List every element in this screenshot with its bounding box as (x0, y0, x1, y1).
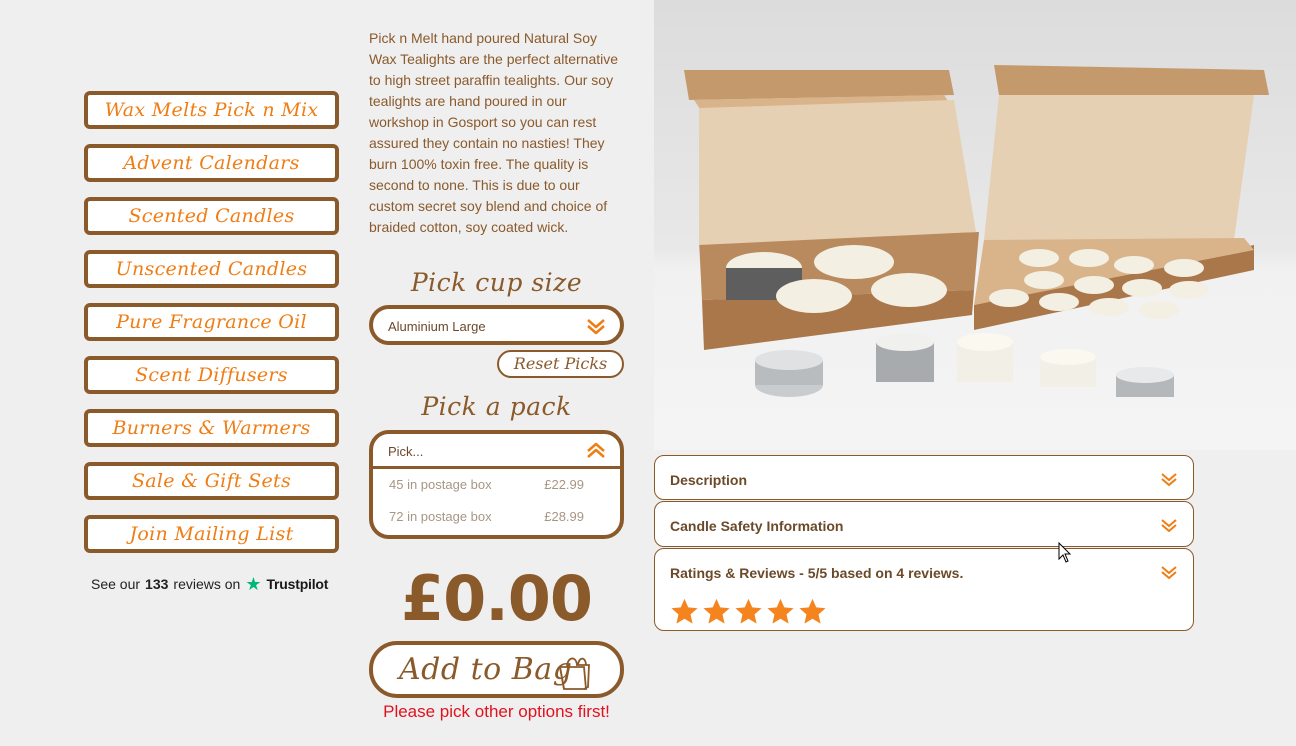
nav-unscented-candles[interactable]: Unscented Candles (84, 250, 339, 288)
reset-picks-button[interactable]: Reset Picks (497, 350, 624, 378)
product-price: £0.00 (400, 562, 593, 635)
mouse-cursor-icon (1058, 542, 1072, 563)
pack-option[interactable]: 72 in postage box £28.99 (373, 501, 620, 533)
nav-scent-diffusers[interactable]: Scent Diffusers (84, 356, 339, 394)
add-to-bag-label: Add to Bag (399, 652, 573, 687)
nav-burners-warmers[interactable]: Burners & Warmers (84, 409, 339, 447)
nav-wax-melts-pick-n-mix[interactable]: Wax Melts Pick n Mix (84, 91, 339, 129)
chevron-up-icon (587, 442, 605, 458)
pack-option-price: £22.99 (544, 477, 584, 492)
add-to-bag-button[interactable]: Add to Bag (369, 641, 624, 698)
product-image (654, 0, 1296, 450)
pack-select-head[interactable]: Pick... (373, 434, 620, 469)
product-intro-text: Pick n Melt hand poured Natural Soy Wax … (369, 30, 619, 235)
star-icon (767, 598, 794, 624)
pack-option[interactable]: 45 in postage box £22.99 (373, 469, 620, 501)
chevron-down-icon (1161, 473, 1177, 486)
pack-option-label: 72 in postage box (389, 509, 492, 524)
cup-size-select[interactable]: Aluminium Large (369, 305, 624, 345)
nav-advent-calendars[interactable]: Advent Calendars (84, 144, 339, 182)
accordion-description-title: Description (670, 472, 748, 488)
accordion-candle-safety-title: Candle Safety Information (670, 518, 844, 534)
nav-sale-gift-sets[interactable]: Sale & Gift Sets (84, 462, 339, 500)
category-sidebar: Wax Melts Pick n Mix Advent Calendars Sc… (84, 91, 339, 568)
trustpilot-widget[interactable]: See our 133 reviews on ★ Trustpilot (91, 574, 329, 594)
star-icon (703, 598, 730, 624)
nav-pure-fragrance-oil[interactable]: Pure Fragrance Oil (84, 303, 339, 341)
rating-stars (670, 597, 1178, 626)
star-icon (735, 598, 762, 624)
pack-heading: Pick a pack (421, 392, 572, 421)
accordion-ratings-title: Ratings & Reviews - 5/5 based on 4 revie… (670, 565, 964, 581)
trustpilot-review-count: 133 (145, 576, 169, 592)
chevron-down-icon (587, 319, 605, 335)
star-icon (799, 598, 826, 624)
trustpilot-prefix: See our (91, 576, 141, 592)
trustpilot-suffix: reviews on (173, 576, 241, 592)
pack-option-price: £28.99 (544, 509, 584, 524)
accordion-ratings-reviews[interactable]: Ratings & Reviews - 5/5 based on 4 revie… (654, 548, 1194, 631)
chevron-down-icon (1161, 566, 1177, 579)
pack-placeholder: Pick... (388, 444, 424, 459)
cup-size-selected-value: Aluminium Large (388, 319, 486, 334)
selection-warning: Please pick other options first! (383, 702, 610, 721)
accordion-description[interactable]: Description (654, 455, 1194, 500)
pack-select-dropdown[interactable]: Pick... 45 in postage box £22.99 72 in p… (369, 430, 624, 539)
accordion-candle-safety[interactable]: Candle Safety Information (654, 501, 1194, 547)
nav-join-mailing-list[interactable]: Join Mailing List (84, 515, 339, 553)
cup-size-heading: Pick cup size (410, 268, 583, 297)
pack-option-label: 45 in postage box (389, 477, 492, 492)
trustpilot-brand: Trustpilot (266, 576, 329, 592)
shopping-bag-icon (558, 657, 590, 690)
nav-scented-candles[interactable]: Scented Candles (84, 197, 339, 235)
star-icon (671, 598, 698, 624)
trustpilot-star-icon: ★ (245, 574, 262, 594)
chevron-down-icon (1161, 519, 1177, 532)
